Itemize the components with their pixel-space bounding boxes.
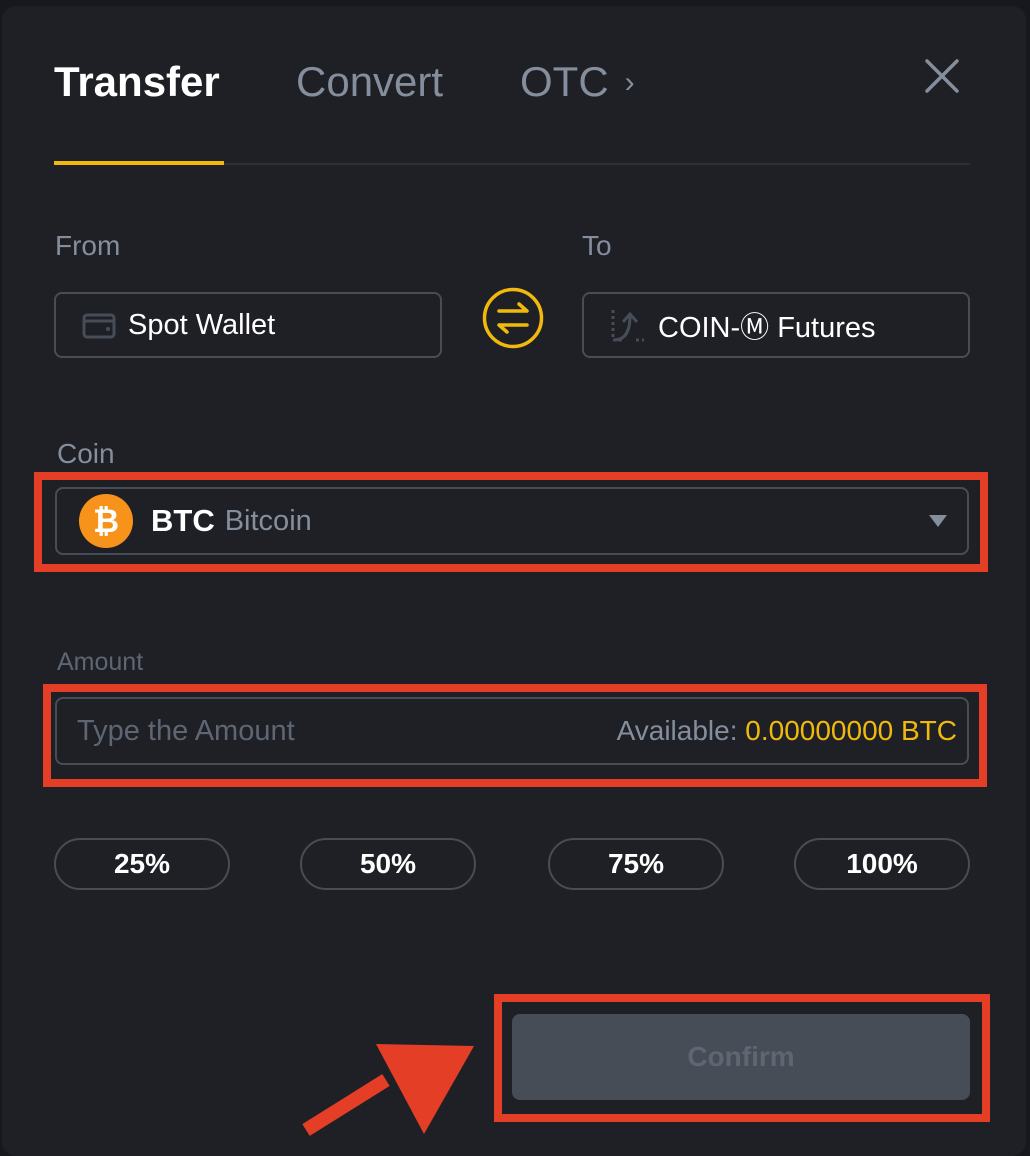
wallet-icon (82, 313, 116, 339)
close-icon (925, 59, 959, 93)
highlight-box-amount (43, 684, 987, 787)
tab-convert[interactable]: Convert (296, 58, 443, 106)
percent-50-button[interactable]: 50% (300, 838, 476, 890)
active-tab-indicator (54, 161, 224, 165)
percent-75-button[interactable]: 75% (548, 838, 724, 890)
highlight-box-confirm (494, 994, 990, 1122)
futures-icon (611, 310, 644, 342)
from-label: From (55, 230, 121, 261)
tab-transfer[interactable]: Transfer (54, 58, 220, 106)
to-wallet-name: COIN-Ⓜ Futures (658, 312, 876, 344)
close-button[interactable] (924, 58, 960, 94)
annotation-arrow-icon (302, 1044, 474, 1136)
swap-button[interactable] (482, 287, 544, 349)
from-wallet-select[interactable]: Spot Wallet (54, 292, 442, 358)
percent-25-button[interactable]: 25% (54, 838, 230, 890)
highlight-box-coin (34, 472, 988, 572)
tab-otc-label: OTC (520, 58, 609, 105)
coin-label: Coin (57, 438, 115, 469)
from-wallet-name: Spot Wallet (128, 308, 276, 341)
tab-otc[interactable]: OTC › (520, 58, 635, 106)
to-wallet-select[interactable]: COIN-Ⓜ Futures (582, 292, 970, 358)
swap-arrows-icon (482, 287, 544, 349)
chevron-right-icon: › (624, 66, 635, 99)
transfer-modal (2, 6, 1026, 1156)
amount-label: Amount (57, 648, 144, 676)
to-label: To (582, 230, 612, 261)
percent-100-button[interactable]: 100% (794, 838, 970, 890)
